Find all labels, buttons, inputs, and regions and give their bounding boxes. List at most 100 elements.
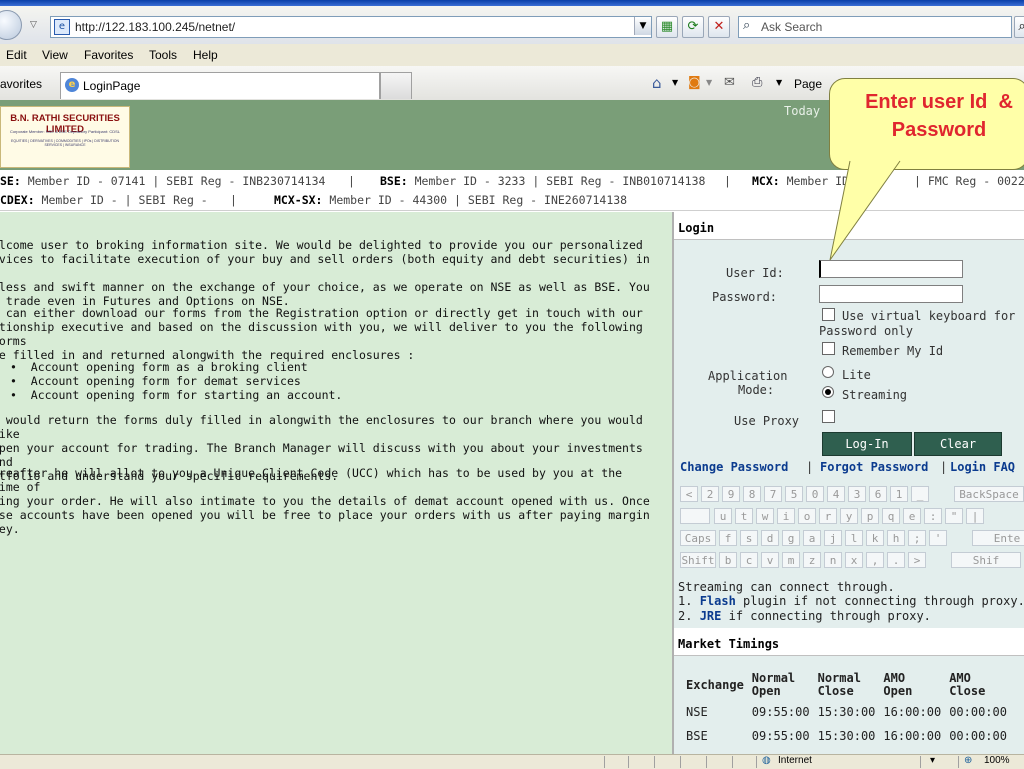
vk-key[interactable]: s <box>740 530 758 546</box>
vk-key[interactable]: 9 <box>722 486 740 502</box>
vk-key[interactable]: c <box>740 552 758 568</box>
vk-key[interactable]: , <box>866 552 884 568</box>
vk-key[interactable]: 7 <box>764 486 782 502</box>
password-label: Password: <box>712 290 778 304</box>
refresh-icon[interactable]: ⟳ <box>682 16 704 38</box>
address-bar[interactable]: e http://122.183.100.245/netnet/ ▼ <box>50 16 652 38</box>
search-go-icon[interactable]: ⌕ <box>1014 16 1024 38</box>
mail-icon[interactable]: ✉ <box>724 75 735 90</box>
menu-tools[interactable]: Tools <box>149 48 177 62</box>
vk-key[interactable]: > <box>908 552 926 568</box>
address-dropdown-icon[interactable]: ▼ <box>634 17 651 35</box>
vk-key[interactable]: i <box>777 508 795 524</box>
vk-key[interactable]: ' <box>929 530 947 546</box>
vk-key[interactable]: Ente <box>972 530 1024 546</box>
vk-key[interactable]: < <box>680 486 698 502</box>
nav-dropdown-icon[interactable]: ▽ <box>30 20 37 30</box>
vk-key[interactable]: . <box>887 552 905 568</box>
print-dropdown-icon[interactable]: ▼ <box>776 78 782 87</box>
vk-key[interactable]: o <box>798 508 816 524</box>
streaming-jre-note: 2. JRE if connecting through proxy. <box>678 609 931 623</box>
vk-key[interactable]: w <box>756 508 774 524</box>
vk-key[interactable]: r <box>819 508 837 524</box>
home-dropdown-icon[interactable]: ▼ <box>672 78 678 87</box>
page-menu[interactable]: Page <box>794 77 822 91</box>
clear-button[interactable]: Clear <box>914 432 1002 456</box>
vk-key[interactable]: v <box>761 552 779 568</box>
vk-key[interactable]: 5 <box>785 486 803 502</box>
zoom-icon[interactable]: ⊕ <box>964 755 972 766</box>
vk-key[interactable]: _ <box>911 486 929 502</box>
zoom-level[interactable]: 100% <box>984 755 1010 766</box>
feeds-dropdown-icon[interactable]: ▼ <box>706 78 712 87</box>
vk-key[interactable]: g <box>782 530 800 546</box>
address-text[interactable]: http://122.183.100.245/netnet/ <box>75 20 235 34</box>
vk-key[interactable]: 8 <box>743 486 761 502</box>
vk-key[interactable]: a <box>803 530 821 546</box>
vk-key[interactable]: k <box>866 530 884 546</box>
login-faq-link[interactable]: Login FAQ <box>950 460 1015 474</box>
vk-key[interactable]: h <box>887 530 905 546</box>
vk-key[interactable]: b <box>719 552 737 568</box>
vk-key[interactable]: e <box>903 508 921 524</box>
vk-key[interactable]: p <box>861 508 879 524</box>
vk-key[interactable]: 4 <box>827 486 845 502</box>
protected-mode-icon[interactable]: ▾ <box>930 755 935 766</box>
menu-favorites[interactable]: Favorites <box>84 48 133 62</box>
vk-key[interactable]: 0 <box>806 486 824 502</box>
vk-key[interactable]: d <box>761 530 779 546</box>
print-icon[interactable]: ⎙ <box>752 75 762 90</box>
feeds-icon[interactable]: ◙ <box>688 75 701 90</box>
member-fmc: | FMC Reg - 0022 <box>914 174 1024 188</box>
vk-key[interactable]: 3 <box>848 486 866 502</box>
status-divider <box>680 756 681 768</box>
stop-icon[interactable]: ✕ <box>708 16 730 38</box>
vk-key[interactable]: ; <box>908 530 926 546</box>
vk-key[interactable]: j <box>824 530 842 546</box>
proxy-checkbox[interactable] <box>822 410 835 423</box>
vk-key[interactable]: | <box>966 508 984 524</box>
virtual-keyboard-checkbox[interactable] <box>822 308 835 321</box>
vk-key[interactable]: u <box>714 508 732 524</box>
home-icon[interactable]: ⌂ <box>652 74 662 92</box>
vk-key[interactable]: Caps <box>680 530 716 546</box>
vk-key[interactable]: t <box>735 508 753 524</box>
vk-key[interactable]: 1 <box>890 486 908 502</box>
vk-key[interactable]: " <box>945 508 963 524</box>
menu-help[interactable]: Help <box>193 48 218 62</box>
vk-key[interactable]: : <box>924 508 942 524</box>
vk-key[interactable]: z <box>803 552 821 568</box>
search-input[interactable]: ⌕ Ask Search <box>738 16 1012 38</box>
favorites-label[interactable]: avorites <box>0 77 42 91</box>
vk-key[interactable]: l <box>845 530 863 546</box>
search-icon: ⌕ <box>743 18 751 33</box>
jre-link[interactable]: JRE <box>700 609 722 623</box>
mode-streaming-radio[interactable] <box>822 386 834 398</box>
change-password-link[interactable]: Change Password <box>680 460 788 474</box>
vk-key[interactable]: y <box>840 508 858 524</box>
vk-key[interactable]: 2 <box>701 486 719 502</box>
compatibility-icon[interactable]: ▦ <box>656 16 678 38</box>
tab-loginpage[interactable]: e LoginPage <box>60 72 380 99</box>
vk-key[interactable]: q <box>882 508 900 524</box>
menu-edit[interactable]: Edit <box>6 48 27 62</box>
login-button[interactable]: Log-In <box>822 432 912 456</box>
vk-key[interactable]: Shif <box>951 552 1021 568</box>
mode-lite-radio[interactable] <box>822 366 834 378</box>
vk-key[interactable]: f <box>719 530 737 546</box>
vk-key[interactable]: x <box>845 552 863 568</box>
vk-key[interactable]: m <box>782 552 800 568</box>
password-input[interactable] <box>819 285 963 303</box>
back-button[interactable] <box>0 10 22 40</box>
remember-id-checkbox[interactable] <box>822 342 835 355</box>
menu-view[interactable]: View <box>42 48 68 62</box>
welcome-content: elcome user to broking information site.… <box>0 212 672 754</box>
vk-key[interactable]: Shift <box>680 552 716 568</box>
vk-key[interactable]: 6 <box>869 486 887 502</box>
vk-key[interactable]: n <box>824 552 842 568</box>
new-tab-button[interactable] <box>380 72 412 99</box>
col-normal-close: Normal Close <box>817 671 861 698</box>
vk-key[interactable]: BackSpace <box>954 486 1024 502</box>
flash-link[interactable]: Flash <box>700 594 736 608</box>
forgot-password-link[interactable]: Forgot Password <box>820 460 928 474</box>
